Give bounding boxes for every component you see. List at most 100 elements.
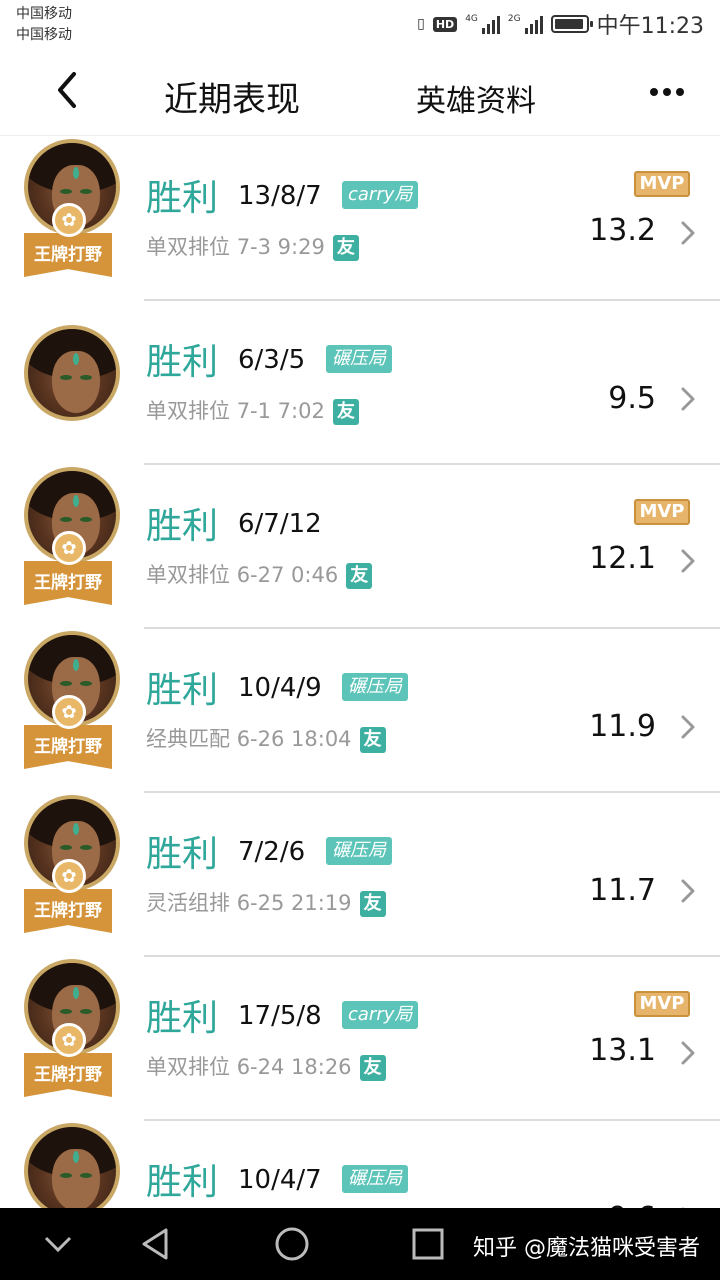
- kda: 10/4/9: [238, 673, 322, 703]
- nav-home-icon[interactable]: [272, 1226, 312, 1262]
- chevron-right-icon[interactable]: [678, 713, 698, 741]
- medal-icon: ✿: [52, 531, 86, 565]
- friend-badge: 友: [346, 563, 373, 589]
- match-meta: 单双排位 6-24 18:26 友: [146, 1051, 386, 1081]
- hero-portrait: [24, 325, 120, 421]
- tab-recent-performance[interactable]: 近期表现: [164, 72, 300, 121]
- match-meta: 灵活组排 6-25 21:19 友: [146, 887, 386, 917]
- kda: 17/5/8: [238, 1001, 322, 1031]
- kda: 10/4/7: [238, 1165, 322, 1195]
- match-time: 7-1 7:02: [236, 399, 325, 423]
- match-tag: carry局: [342, 181, 419, 209]
- match-score: 11.9: [589, 709, 656, 744]
- match-result: 胜利: [146, 998, 219, 1039]
- match-row[interactable]: 王牌打野 ✿ 胜利 10/4/9 碾压局经典匹配 6-26 18:04 友 11.9: [0, 629, 720, 793]
- match-score: 9.5: [608, 381, 656, 416]
- hero-avatar: 王牌打野 ✿: [20, 795, 124, 945]
- game-mode: 单双排位: [146, 399, 230, 423]
- match-result: 胜利: [146, 834, 219, 875]
- game-mode: 经典匹配: [146, 727, 230, 751]
- match-row[interactable]: 胜利 6/3/5 碾压局单双排位 7-1 7:02 友 9.5: [0, 301, 720, 465]
- match-row[interactable]: 王牌打野 ✿ 胜利 17/5/8 carry局 单双排位 6-24 18:26 友 MVP 13…: [0, 957, 720, 1121]
- more-menu-icon[interactable]: [650, 88, 684, 96]
- friend-badge: 友: [332, 399, 359, 425]
- match-score: 9.6: [608, 1201, 656, 1208]
- match-tag: 碾压局: [326, 345, 392, 373]
- ace-jungler-badge: 王牌打野 ✿: [24, 695, 112, 773]
- game-mode: 灵活组排: [146, 891, 230, 915]
- match-result: 胜利: [146, 670, 219, 711]
- chevron-right-icon[interactable]: [678, 877, 698, 905]
- match-meta: 单双排位 7-3 9:29 友: [146, 231, 359, 261]
- match-time: 6-26 18:04: [236, 727, 352, 751]
- match-tag: 碾压局: [326, 837, 392, 865]
- signal-4g-icon: 4G: [465, 14, 500, 34]
- game-mode: 单双排位: [146, 235, 230, 259]
- match-score: 12.1: [589, 541, 656, 576]
- match-meta: 单双排位 6-27 0:46 友: [146, 559, 373, 589]
- match-meta: 经典匹配 6-26 18:04 友: [146, 723, 386, 753]
- hero-avatar: [20, 325, 124, 475]
- match-tag: 碾压局: [342, 1165, 408, 1193]
- friend-badge: 友: [359, 727, 386, 753]
- match-meta: 单双排位 7-1 7:02 友: [146, 395, 359, 425]
- match-row[interactable]: 胜利 10/4/7 碾压局 9.6: [0, 1121, 720, 1208]
- kda: 7/2/6: [238, 837, 306, 867]
- badge-label: 王牌打野: [34, 901, 102, 921]
- match-result: 胜利: [146, 506, 219, 547]
- badge-label: 王牌打野: [34, 573, 102, 593]
- hero-portrait: [24, 1123, 120, 1208]
- match-row[interactable]: 王牌打野 ✿ 胜利 13/8/7 carry局单双排位 7-3 9:29 友 MVP 13.2: [0, 137, 720, 301]
- ace-jungler-badge: 王牌打野 ✿: [24, 859, 112, 937]
- chevron-right-icon[interactable]: [678, 547, 698, 575]
- chevron-right-icon[interactable]: [678, 385, 698, 413]
- hero-avatar: 王牌打野 ✿: [20, 631, 124, 781]
- ace-jungler-badge: 王牌打野 ✿: [24, 203, 112, 281]
- ace-jungler-badge: 王牌打野 ✿: [24, 1023, 112, 1101]
- match-row[interactable]: 王牌打野 ✿ 胜利 7/2/6 碾压局 灵活组排 6-25 21:19 友 11.7: [0, 793, 720, 957]
- system-nav-bar: 知乎 @魔法猫咪受害者: [0, 1208, 720, 1280]
- badge-label: 王牌打野: [34, 737, 102, 757]
- chevron-right-icon[interactable]: [678, 219, 698, 247]
- match-time: 6-27 0:46: [236, 563, 339, 587]
- mvp-badge: MVP: [634, 499, 690, 525]
- nav-back-icon[interactable]: [136, 1226, 176, 1262]
- friend-badge: 友: [332, 235, 359, 261]
- hide-keyboard-icon[interactable]: [38, 1226, 78, 1262]
- kda: 6/7/12: [238, 509, 322, 539]
- top-header: 近期表现 英雄资料: [0, 52, 720, 136]
- game-mode: 单双排位: [146, 1055, 230, 1079]
- signal-2g-icon: 2G: [508, 14, 543, 34]
- mvp-badge: MVP: [634, 991, 690, 1017]
- badge-label: 王牌打野: [34, 245, 102, 265]
- chevron-right-icon[interactable]: [678, 1039, 698, 1067]
- watermark: 知乎 @魔法猫咪受害者: [473, 1236, 700, 1261]
- vibrate-icon: ▯: [417, 16, 425, 32]
- medal-icon: ✿: [52, 1023, 86, 1057]
- match-time: 6-25 21:19: [236, 891, 352, 915]
- kda: 13/8/7: [238, 181, 322, 211]
- carrier-1: 中国移动: [16, 6, 72, 22]
- back-button[interactable]: [48, 66, 88, 114]
- match-result: 胜利: [146, 342, 219, 383]
- match-score: 13.1: [589, 1033, 656, 1068]
- match-result: 胜利: [146, 178, 219, 219]
- hero-avatar: 王牌打野 ✿: [20, 139, 124, 289]
- hero-avatar: [20, 1123, 124, 1208]
- nav-recents-icon[interactable]: [408, 1226, 448, 1262]
- tab-hero-info[interactable]: 英雄资料: [416, 76, 536, 120]
- match-list[interactable]: 王牌打野 ✿ 胜利 13/8/7 carry局单双排位 7-3 9:29 友 MVP 13.2…: [0, 137, 720, 1208]
- game-mode: 单双排位: [146, 563, 230, 587]
- match-time: 7-3 9:29: [236, 235, 325, 259]
- match-result: 胜利: [146, 1162, 219, 1203]
- ace-jungler-badge: 王牌打野 ✿: [24, 531, 112, 609]
- match-score: 13.2: [589, 213, 656, 248]
- medal-icon: ✿: [52, 203, 86, 237]
- hero-avatar: 王牌打野 ✿: [20, 467, 124, 617]
- hd-icon: HD: [432, 16, 458, 32]
- clock: 中午11:23: [596, 14, 704, 39]
- mvp-badge: MVP: [634, 171, 690, 197]
- match-row[interactable]: 王牌打野 ✿ 胜利 6/7/12 单双排位 6-27 0:46 友 MVP 12.1: [0, 465, 720, 629]
- kda: 6/3/5: [238, 345, 306, 375]
- match-tag: 碾压局: [342, 673, 408, 701]
